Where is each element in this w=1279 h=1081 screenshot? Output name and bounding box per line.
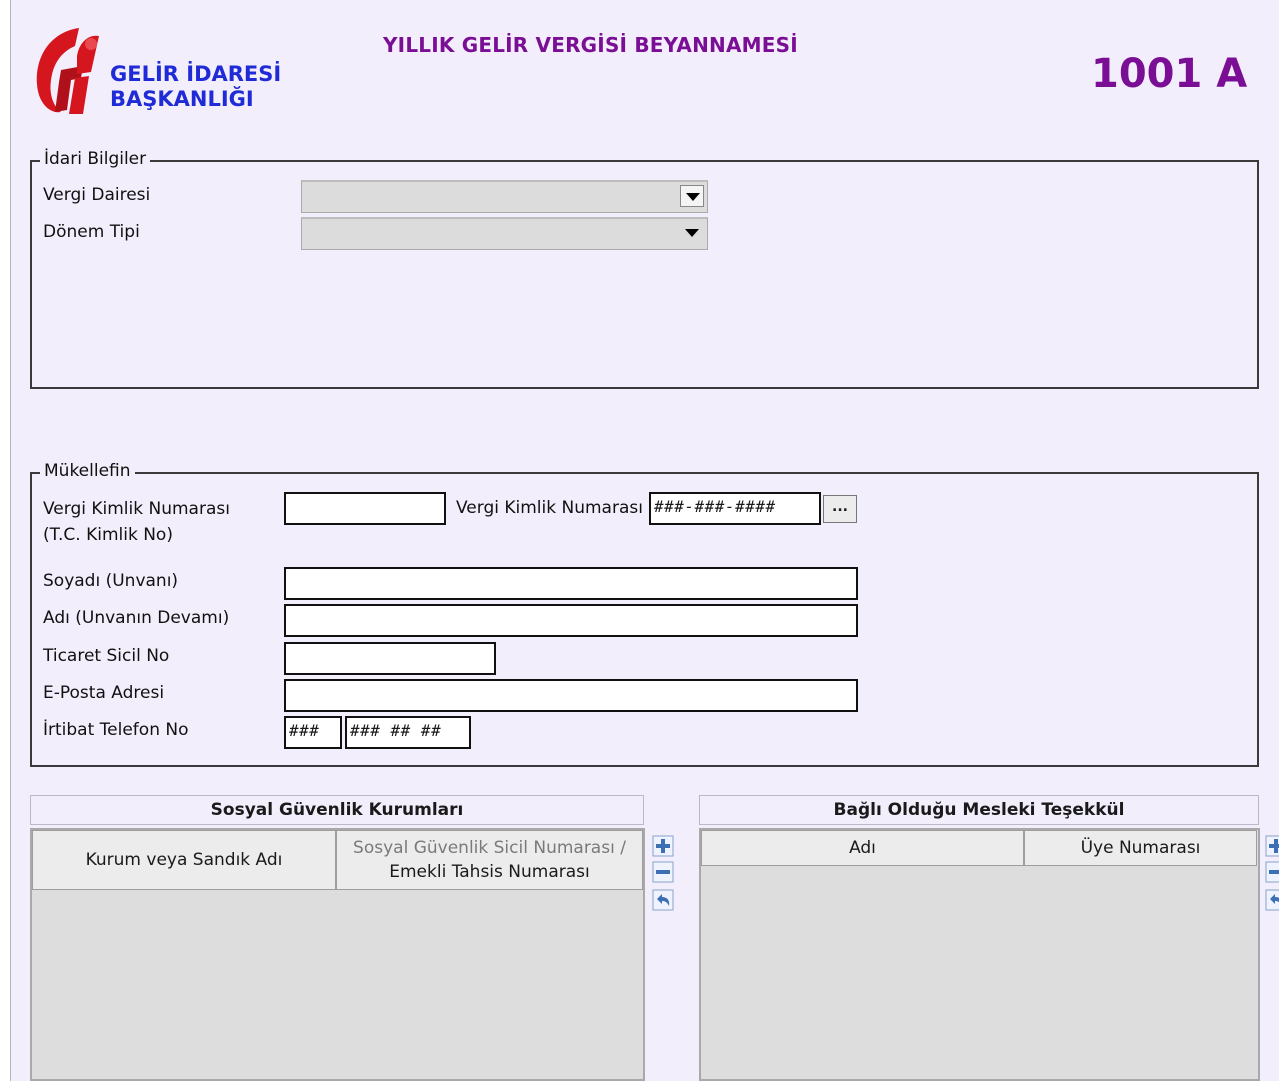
sgk-col-sicil-line-2: Emekli Tahsis Numarası (389, 862, 590, 882)
organization-name: GELİR İDARESİ BAŞKANLIĞI (110, 62, 281, 112)
lookup-button[interactable]: ... (823, 495, 857, 523)
chevron-down-icon[interactable] (680, 185, 704, 207)
donem-tipi-label: Dönem Tipi (43, 222, 140, 242)
vkn2-label: Vergi Kimlik Numarası (456, 498, 643, 518)
add-row-icon[interactable] (652, 835, 674, 857)
eposta-input[interactable] (284, 679, 858, 712)
add-row-icon[interactable] (1265, 835, 1279, 857)
ticaret-sicil-label: Ticaret Sicil No (43, 646, 170, 666)
telefon-area-input[interactable]: ### (284, 716, 342, 749)
adi-label: Adı (Unvanın Devamı) (43, 608, 230, 628)
eposta-label: E-Posta Adresi (43, 683, 165, 703)
org-line-2: BAŞKANLIĞI (110, 87, 254, 111)
undo-row-icon[interactable] (1265, 889, 1279, 911)
ticaret-sicil-input[interactable] (284, 642, 496, 675)
mukellef-legend: Mükellefin (40, 461, 135, 481)
form-title: YILLIK GELİR VERGİSİ BEYANNAMESİ (383, 33, 798, 57)
vkn-input[interactable] (284, 492, 446, 525)
sgk-col-kurum[interactable]: Kurum veya Sandık Adı (32, 830, 336, 890)
sgk-col-sicil[interactable]: Sosyal Güvenlik Sicil Numarası / Emekli … (336, 830, 643, 890)
vkn2-masked-input[interactable]: ###-###-#### (649, 492, 821, 525)
remove-row-icon[interactable] (652, 861, 674, 883)
soyadi-input[interactable] (284, 567, 858, 600)
vergi-dairesi-select[interactable] (301, 180, 708, 213)
vkn-label-line-2: (T.C. Kimlik No) (43, 525, 173, 545)
remove-row-icon[interactable] (1265, 861, 1279, 883)
sgk-col-sicil-line-1: Sosyal Güvenlik Sicil Numarası / (353, 838, 626, 858)
donem-tipi-select[interactable] (301, 217, 708, 250)
idari-bilgiler-legend: İdari Bilgiler (40, 149, 151, 169)
vkn-label-line-1: Vergi Kimlik Numarası (43, 499, 230, 519)
telefon-number-input[interactable]: ### ## ## (345, 716, 471, 749)
chevron-down-icon[interactable] (680, 222, 704, 244)
adi-input[interactable] (284, 604, 858, 637)
gib-logo-icon (31, 26, 101, 116)
undo-row-icon[interactable] (652, 889, 674, 911)
telefon-label: İrtibat Telefon No (43, 720, 189, 740)
vergi-dairesi-label: Vergi Dairesi (43, 185, 151, 205)
org-line-1: GELİR İDARESİ (110, 62, 282, 86)
form-number: 1001 A (1091, 51, 1248, 97)
meslek-panel-title: Bağlı Olduğu Mesleki Teşekkül (699, 795, 1259, 825)
window-left-edge (0, 0, 11, 1081)
vkn-label: Vergi Kimlik Numarası (T.C. Kimlik No) (43, 496, 230, 548)
soyadi-label: Soyadı (Unvanı) (43, 571, 179, 591)
meslek-col-uye-no[interactable]: Üye Numarası (1024, 830, 1257, 866)
meslek-col-adi[interactable]: Adı (701, 830, 1024, 866)
sgk-panel-title: Sosyal Güvenlik Kurumları (30, 795, 644, 825)
